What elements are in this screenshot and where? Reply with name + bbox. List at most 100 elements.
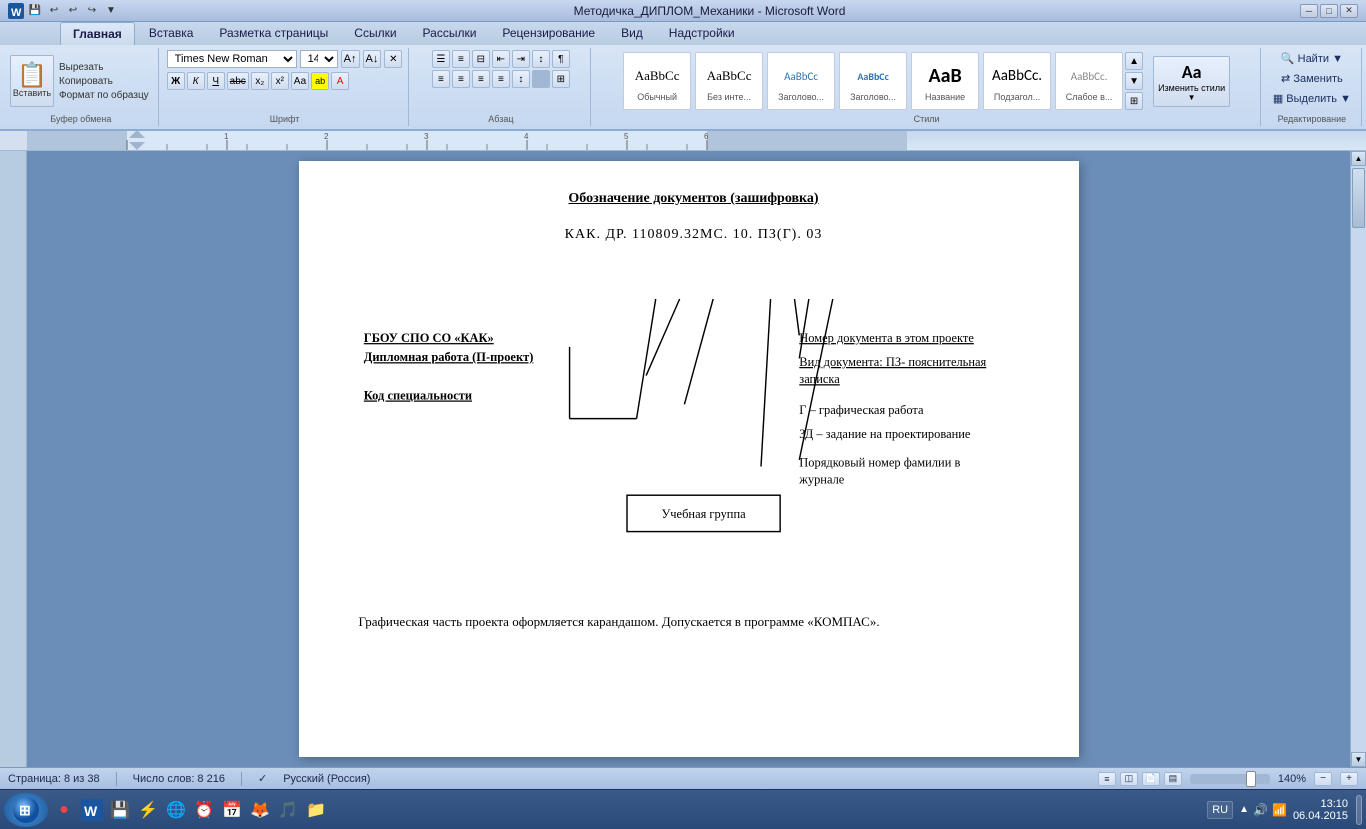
save-taskbar-icon[interactable]: 💾	[108, 798, 132, 822]
tab-home[interactable]: Главная	[60, 22, 135, 45]
svg-text:1: 1	[224, 132, 229, 141]
scroll-down-button[interactable]: ▼	[1351, 752, 1366, 767]
bold-button[interactable]: Ж	[167, 72, 185, 90]
vertical-scrollbar[interactable]: ▲ ▼	[1350, 151, 1366, 767]
save-quick-button[interactable]: 💾	[27, 3, 43, 19]
numbering-button[interactable]: ≡	[452, 50, 470, 68]
zoom-in-button[interactable]: +	[1340, 772, 1358, 786]
style-h2[interactable]: AaBbCс Заголово...	[839, 52, 907, 110]
document-area[interactable]: Обозначение документов (зашифровка) КАК.…	[27, 151, 1350, 767]
cut-button[interactable]: Вырезать	[56, 61, 152, 74]
style-normal[interactable]: AaBbCс Обычный	[623, 52, 691, 110]
tab-view[interactable]: Вид	[609, 22, 655, 45]
undo-button[interactable]: ↩	[46, 3, 62, 19]
view-read-button[interactable]: 📄	[1142, 772, 1160, 786]
style-subtitle[interactable]: AaBbCc. Подзагол...	[983, 52, 1051, 110]
svg-text:2: 2	[324, 132, 329, 141]
shading-button[interactable]	[532, 70, 550, 88]
media-icon[interactable]: 🎵	[276, 798, 300, 822]
strikethrough-button[interactable]: abc	[227, 72, 249, 90]
decrease-indent-button[interactable]: ⇤	[492, 50, 510, 68]
chrome-icon[interactable]: ●	[52, 798, 76, 822]
bullets-button[interactable]: ☰	[432, 50, 450, 68]
zoom-thumb[interactable]	[1246, 771, 1256, 787]
font-size-select[interactable]: 14	[300, 50, 338, 68]
start-button[interactable]: ⊞	[4, 793, 48, 827]
view-normal-button[interactable]: ≡	[1098, 772, 1116, 786]
firefox-icon[interactable]: 🦊	[248, 798, 272, 822]
format-painter-button[interactable]: Формат по образцу	[56, 89, 152, 102]
clock-icon[interactable]: ⏰	[192, 798, 216, 822]
volume-icon[interactable]: 📶	[1272, 803, 1287, 817]
restore-button[interactable]: □	[1320, 4, 1338, 18]
superscript-button[interactable]: х²	[271, 72, 289, 90]
show-desktop-button[interactable]	[1356, 795, 1362, 825]
word-taskbar-icon[interactable]: W	[80, 798, 104, 822]
zoom-out-button[interactable]: −	[1314, 772, 1332, 786]
tray-up-arrow[interactable]: ▲	[1239, 804, 1249, 815]
language-button[interactable]: RU	[1207, 801, 1233, 819]
find-icon: 🔍	[1281, 53, 1295, 65]
network-icon[interactable]: 🔊	[1253, 803, 1268, 817]
justify-button[interactable]: ≡	[492, 70, 510, 88]
styles-scroll-up[interactable]: ▲	[1125, 52, 1143, 70]
tab-mailings[interactable]: Рассылки	[411, 22, 489, 45]
style-title[interactable]: АаВ Название	[911, 52, 979, 110]
styles-scroll-down[interactable]: ▼	[1125, 72, 1143, 90]
find-button[interactable]: 🔍 Найти ▼	[1277, 50, 1347, 67]
tab-addins[interactable]: Надстройки	[657, 22, 747, 45]
scroll-thumb[interactable]	[1352, 168, 1365, 228]
view-draft-button[interactable]: ▤	[1164, 772, 1182, 786]
highlight-button[interactable]: ab	[311, 72, 329, 90]
line-spacing-button[interactable]: ↕	[512, 70, 530, 88]
ruler: 1 2 3 4 5 6	[0, 131, 1366, 151]
font-color-button[interactable]: А	[331, 72, 349, 90]
italic-button[interactable]: К	[187, 72, 205, 90]
spell-check: ✓	[258, 772, 267, 785]
replace-button[interactable]: ⇄ Заменить	[1277, 70, 1347, 87]
redo-button[interactable]: ↪	[84, 3, 100, 19]
tab-insert[interactable]: Вставка	[137, 22, 206, 45]
undo-arrow[interactable]: ↩	[65, 3, 81, 19]
increase-indent-button[interactable]: ⇥	[512, 50, 530, 68]
grow-font-button[interactable]: A↑	[341, 50, 360, 68]
align-center-button[interactable]: ≡	[452, 70, 470, 88]
copy-button[interactable]: Копировать	[56, 75, 152, 88]
tab-review[interactable]: Рецензирование	[490, 22, 607, 45]
show-marks-button[interactable]: ¶	[552, 50, 570, 68]
style-no-spacing[interactable]: AaBbCс Без инте...	[695, 52, 763, 110]
styles-more[interactable]: ⊞	[1125, 92, 1143, 110]
status-right: ≡ ◫ 📄 ▤ 140% − +	[1098, 772, 1358, 786]
subscript-button[interactable]: х₂	[251, 72, 269, 90]
multilevel-button[interactable]: ⊟	[472, 50, 490, 68]
select-button[interactable]: ▦ Выделить ▼	[1269, 90, 1355, 107]
document-page: Обозначение документов (зашифровка) КАК.…	[299, 161, 1079, 757]
document-footer-text: Графическая часть проекта оформляется ка…	[359, 613, 1029, 631]
browser2-icon[interactable]: 🌐	[164, 798, 188, 822]
borders-button[interactable]: ⊞	[552, 70, 570, 88]
quick-access-more[interactable]: ▼	[103, 3, 119, 19]
close-button[interactable]: ✕	[1340, 4, 1358, 18]
svg-text:⊞: ⊞	[19, 802, 31, 818]
style-weak[interactable]: AaBbCc. Слабое в...	[1055, 52, 1123, 110]
minimize-button[interactable]: ─	[1300, 4, 1318, 18]
zoom-slider[interactable]	[1190, 774, 1270, 784]
paste-button[interactable]: 📋 Вставить	[10, 55, 54, 107]
view-web-button[interactable]: ◫	[1120, 772, 1138, 786]
calendar-icon[interactable]: 📅	[220, 798, 244, 822]
sort-button[interactable]: ↕	[532, 50, 550, 68]
shrink-font-button[interactable]: A↓	[363, 50, 382, 68]
tab-references[interactable]: Ссылки	[342, 22, 408, 45]
clear-format-button[interactable]: ✕	[384, 50, 402, 68]
folder-icon[interactable]: 📁	[304, 798, 328, 822]
font-name-select[interactable]: Times New Roman	[167, 50, 297, 68]
align-right-button[interactable]: ≡	[472, 70, 490, 88]
lightning-icon[interactable]: ⚡	[136, 798, 160, 822]
tab-layout[interactable]: Разметка страницы	[207, 22, 340, 45]
scroll-up-button[interactable]: ▲	[1351, 151, 1366, 166]
case-button[interactable]: Аа	[291, 72, 309, 90]
underline-button[interactable]: Ч	[207, 72, 225, 90]
style-h1[interactable]: AaBbCс Заголово...	[767, 52, 835, 110]
align-left-button[interactable]: ≡	[432, 70, 450, 88]
change-styles-button[interactable]: Аа Изменить стили ▼	[1153, 56, 1230, 107]
